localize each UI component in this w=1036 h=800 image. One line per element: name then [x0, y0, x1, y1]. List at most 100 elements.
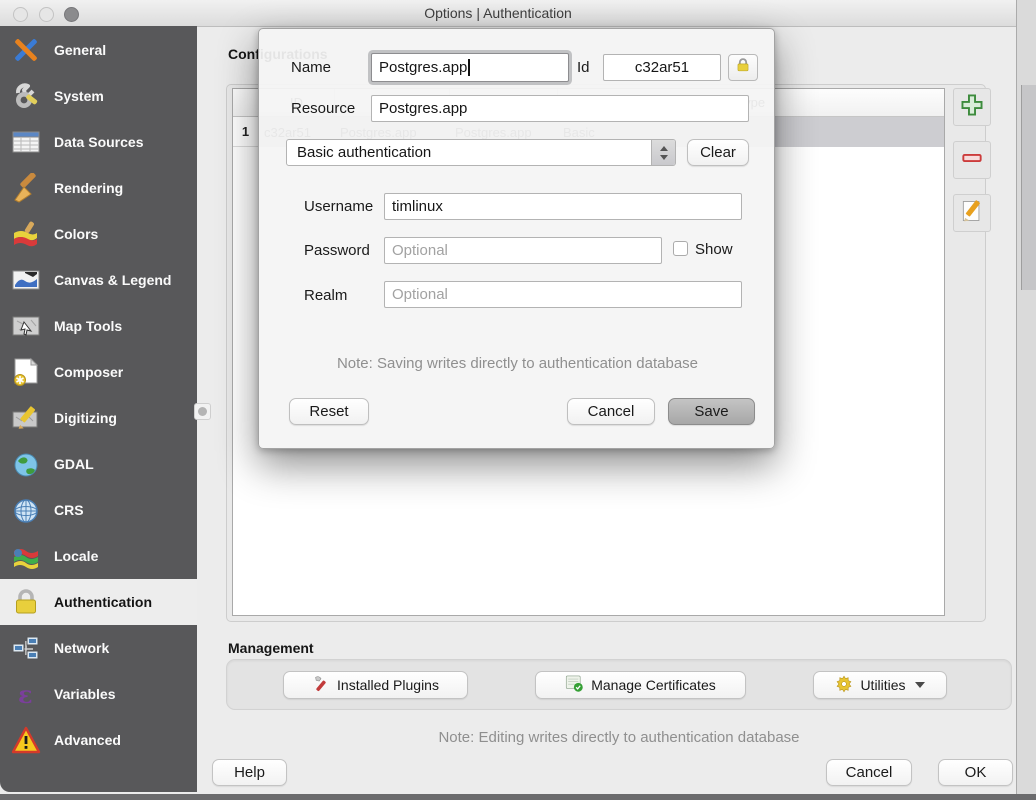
- sidebar-item-gdal[interactable]: GDAL: [0, 441, 197, 487]
- utilities-button[interactable]: Utilities: [813, 671, 947, 699]
- wrench-icon: [312, 675, 330, 696]
- reset-button[interactable]: Reset: [289, 398, 369, 425]
- sidebar-item-label: Variables: [54, 686, 116, 702]
- lock-icon: [735, 57, 751, 78]
- installed-plugins-button[interactable]: Installed Plugins: [283, 671, 468, 699]
- show-password-checkbox[interactable]: [673, 241, 688, 256]
- id-field: c32ar51: [603, 54, 721, 81]
- sidebar-item-colors[interactable]: Colors: [0, 211, 197, 257]
- sidebar-item-label: GDAL: [54, 456, 94, 472]
- realm-label: Realm: [304, 287, 347, 304]
- computers-icon: [9, 631, 43, 665]
- sidebar-item-advanced[interactable]: Advanced: [0, 717, 197, 763]
- sidebar-item-label: System: [54, 88, 104, 104]
- gear-wrench-icon: [9, 79, 43, 113]
- sidebar-item-data-sources[interactable]: Data Sources: [0, 119, 197, 165]
- certificate-icon: [565, 674, 584, 696]
- realm-input[interactable]: Optional: [384, 281, 742, 308]
- sidebar-item-label: Locale: [54, 548, 98, 564]
- realm-placeholder: Optional: [392, 286, 448, 303]
- id-label: Id: [577, 59, 590, 76]
- installed-plugins-label: Installed Plugins: [337, 677, 439, 693]
- clear-button[interactable]: Clear: [687, 139, 749, 166]
- sidebar-item-label: Data Sources: [54, 134, 143, 150]
- sidebar-item-map-tools[interactable]: Map Tools: [0, 303, 197, 349]
- paintbrush-icon: [9, 171, 43, 205]
- globe-icon: [9, 447, 43, 481]
- remove-configuration-button[interactable]: [953, 141, 991, 179]
- manage-certificates-button[interactable]: Manage Certificates: [535, 671, 746, 699]
- tools-icon: [9, 33, 43, 67]
- save-button[interactable]: Save: [668, 398, 755, 425]
- table-corner-cell: [233, 89, 259, 116]
- sidebar-item-network[interactable]: Network: [0, 625, 197, 671]
- desktop-right-strip: [1016, 0, 1036, 800]
- password-label: Password: [304, 242, 370, 259]
- sidebar-item-system[interactable]: System: [0, 73, 197, 119]
- screen-bottom-edge: [0, 794, 1036, 800]
- sidebar-item-composer[interactable]: Composer: [0, 349, 197, 395]
- select-spinner-icon: [651, 140, 675, 165]
- sidebar-item-crs[interactable]: CRS: [0, 487, 197, 533]
- sidebar-item-label: Advanced: [54, 732, 121, 748]
- sidebar-item-general[interactable]: General: [0, 27, 197, 73]
- ok-button[interactable]: OK: [938, 759, 1013, 786]
- minus-icon: [959, 145, 985, 176]
- pencil-icon: [959, 198, 985, 229]
- sidebar-item-variables[interactable]: ε Variables: [0, 671, 197, 717]
- resource-label: Resource: [291, 100, 355, 117]
- id-lock-button[interactable]: [728, 54, 758, 81]
- sidebar-item-canvas-legend[interactable]: Canvas & Legend: [0, 257, 197, 303]
- name-label: Name: [291, 59, 331, 76]
- sidebar-item-label: Composer: [54, 364, 123, 380]
- resource-input[interactable]: Postgres.app: [371, 95, 749, 122]
- cancel-button[interactable]: Cancel: [826, 759, 912, 786]
- window-title: Options | Authentication: [0, 5, 996, 21]
- flags-icon: [9, 539, 43, 573]
- svg-text:ε: ε: [18, 680, 33, 709]
- lock-icon: [9, 585, 43, 619]
- warning-icon: [9, 723, 43, 757]
- titlebar: Options | Authentication: [0, 0, 1016, 27]
- dialog-cancel-button[interactable]: Cancel: [567, 398, 655, 425]
- row-number[interactable]: 1: [233, 117, 259, 147]
- map-pencil-icon: [9, 401, 43, 435]
- sidebar-item-label: General: [54, 42, 106, 58]
- sidebar-item-label: Colors: [54, 226, 98, 242]
- options-sidebar: General System Data Sources Rendering Co…: [0, 26, 197, 792]
- sidebar-item-label: Authentication: [54, 594, 152, 610]
- sidebar-item-label: Map Tools: [54, 318, 122, 334]
- splitter-handle[interactable]: [194, 403, 211, 420]
- manage-certificates-label: Manage Certificates: [591, 677, 716, 693]
- edit-configuration-button[interactable]: [953, 194, 991, 232]
- background-window-edge: [1021, 85, 1036, 290]
- sidebar-item-label: Rendering: [54, 180, 123, 196]
- sidebar-item-rendering[interactable]: Rendering: [0, 165, 197, 211]
- sidebar-item-label: Canvas & Legend: [54, 272, 171, 288]
- show-label: Show: [695, 241, 733, 258]
- map-canvas-icon: [9, 263, 43, 297]
- sidebar-item-label: CRS: [54, 502, 84, 518]
- password-input[interactable]: Optional: [384, 237, 662, 264]
- text-caret: [468, 59, 470, 76]
- map-cursor-icon: [9, 309, 43, 343]
- management-label: Management: [228, 640, 314, 656]
- table-icon: [9, 125, 43, 159]
- epsilon-icon: ε: [9, 677, 43, 711]
- username-input[interactable]: timlinux: [384, 193, 742, 220]
- palette-icon: [9, 217, 43, 251]
- page-icon: [9, 355, 43, 389]
- add-configuration-button[interactable]: [953, 88, 991, 126]
- sidebar-item-label: Network: [54, 640, 109, 656]
- sidebar-item-digitizing[interactable]: Digitizing: [0, 395, 197, 441]
- help-button[interactable]: Help: [212, 759, 287, 786]
- username-label: Username: [304, 198, 373, 215]
- sidebar-item-authentication[interactable]: Authentication: [0, 579, 197, 625]
- name-input[interactable]: Postgres.app: [371, 53, 569, 82]
- auth-method-select[interactable]: Basic authentication: [286, 139, 676, 166]
- auth-method-value: Basic authentication: [287, 144, 651, 161]
- name-value: Postgres.app: [379, 59, 467, 76]
- sidebar-item-locale[interactable]: Locale: [0, 533, 197, 579]
- password-placeholder: Optional: [392, 242, 448, 259]
- dropdown-arrow-icon: [915, 682, 925, 688]
